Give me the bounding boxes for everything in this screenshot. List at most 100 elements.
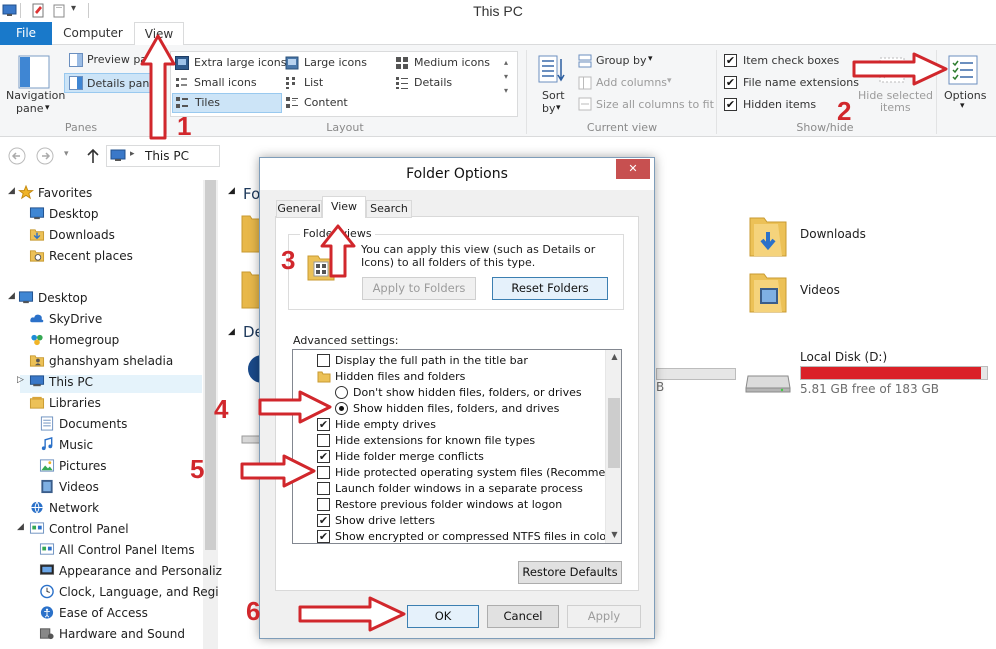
sidebar-item-desktop[interactable]: Desktop bbox=[49, 207, 99, 221]
sidebar-item-network[interactable]: Network bbox=[49, 501, 99, 515]
settings-scrollbar[interactable]: ▲ ▼ bbox=[605, 350, 621, 543]
sidebar-item-control-panel[interactable]: Control Panel bbox=[49, 522, 129, 536]
downloads-folder-icon[interactable] bbox=[748, 210, 788, 258]
sidebar-item-music[interactable]: Music bbox=[59, 438, 93, 452]
sidebar-item-hardware-sound[interactable]: Hardware and Sound bbox=[59, 627, 185, 641]
layout-medium-icons[interactable]: Medium icons bbox=[394, 55, 512, 71]
options-icon[interactable] bbox=[948, 55, 978, 85]
sidebar-expand-desktop-icon[interactable]: ◢ bbox=[8, 291, 15, 301]
sidebar-item-clock-language[interactable]: Clock, Language, and Regi bbox=[59, 585, 219, 599]
hardware-icon bbox=[39, 628, 54, 640]
recent-locations-icon[interactable]: ▾ bbox=[64, 149, 69, 159]
settings-row[interactable]: Don't show hidden files, folders, or dri… bbox=[293, 385, 605, 401]
navigation-pane-icon[interactable] bbox=[18, 55, 50, 89]
settings-row[interactable]: Restore previous folder windows at logon bbox=[293, 497, 605, 513]
setting-radio[interactable] bbox=[335, 386, 348, 399]
sidebar-item-desktop-root[interactable]: Desktop bbox=[38, 291, 88, 305]
sidebar-item-all-control-panel-items[interactable]: All Control Panel Items bbox=[59, 543, 195, 557]
cancel-button[interactable]: Cancel bbox=[487, 605, 559, 628]
sidebar-scrollbar-thumb[interactable] bbox=[205, 180, 216, 550]
navigation-pane-button[interactable]: Navigation bbox=[6, 89, 65, 102]
sidebar-item-downloads[interactable]: Downloads bbox=[49, 228, 115, 242]
ok-button[interactable]: OK bbox=[407, 605, 479, 628]
videos-folder-icon[interactable] bbox=[748, 266, 788, 314]
setting-checkbox[interactable] bbox=[317, 434, 330, 447]
dialog-close-button[interactable]: ✕ bbox=[616, 159, 650, 179]
settings-row[interactable]: Launch folder windows in a separate proc… bbox=[293, 481, 605, 497]
section-collapse-icon[interactable]: ◢ bbox=[228, 186, 235, 196]
setting-checkbox[interactable] bbox=[317, 466, 330, 479]
layout-extra-large-icons[interactable]: Extra large icons bbox=[174, 55, 286, 71]
setting-radio[interactable] bbox=[335, 402, 348, 415]
setting-checkbox[interactable] bbox=[317, 354, 330, 367]
dialog-tab-general[interactable]: General bbox=[276, 200, 322, 218]
sidebar-expand-favorites-icon[interactable]: ◢ bbox=[8, 186, 15, 196]
tab-computer[interactable]: Computer bbox=[58, 22, 128, 46]
dialog-tab-view[interactable]: View bbox=[322, 196, 366, 218]
back-icon[interactable] bbox=[8, 147, 26, 165]
settings-row[interactable]: ✔ Hide folder merge conflicts bbox=[293, 449, 605, 465]
sidebar-item-user[interactable]: ghanshyam sheladia bbox=[49, 354, 173, 368]
section-collapse-icon-2[interactable]: ◢ bbox=[228, 327, 235, 337]
tab-file[interactable]: File bbox=[0, 22, 52, 45]
sidebar-item-pictures[interactable]: Pictures bbox=[59, 459, 107, 473]
sidebar-expand-control-panel-icon[interactable]: ◢ bbox=[17, 522, 24, 532]
hidden-items-checkbox[interactable]: ✔ bbox=[724, 98, 737, 111]
sidebar-item-skydrive[interactable]: SkyDrive bbox=[49, 312, 102, 326]
layout-list[interactable]: List bbox=[284, 75, 388, 91]
sort-by-button[interactable]: Sort bbox=[542, 89, 565, 102]
videos-folder-label: Videos bbox=[800, 283, 840, 297]
scroll-up-icon[interactable]: ▲ bbox=[606, 352, 621, 361]
sidebar-item-videos[interactable]: Videos bbox=[59, 480, 99, 494]
gallery-scroll-icon[interactable]: ▴ ▾ ▾ bbox=[504, 56, 508, 98]
sidebar-item-ease-of-access[interactable]: Ease of Access bbox=[59, 606, 148, 620]
layout-content[interactable]: Content bbox=[284, 95, 388, 111]
local-disk-free-space: 5.81 GB free of 183 GB bbox=[800, 382, 939, 396]
setting-checkbox[interactable] bbox=[317, 498, 330, 511]
layout-small-icons[interactable]: Small icons bbox=[174, 75, 282, 91]
setting-checkbox[interactable]: ✔ bbox=[317, 514, 330, 527]
group-by-button[interactable]: Group by bbox=[596, 54, 646, 67]
address-bar[interactable]: ▸ This PC bbox=[106, 145, 220, 167]
sidebar-item-libraries[interactable]: Libraries bbox=[49, 396, 101, 410]
settings-row[interactable]: Display the full path in the title bar bbox=[293, 353, 605, 369]
add-columns-button[interactable]: Add columns bbox=[596, 76, 667, 89]
apply-button[interactable]: Apply bbox=[567, 605, 641, 628]
settings-row[interactable]: ✔ Show encrypted or compressed NTFS files… bbox=[293, 529, 611, 543]
settings-row[interactable]: Hide protected operating system files (R… bbox=[293, 465, 621, 481]
apply-to-folders-button[interactable]: Apply to Folders bbox=[362, 277, 476, 300]
sidebar-item-homegroup[interactable]: Homegroup bbox=[49, 333, 119, 347]
options-button[interactable]: Options bbox=[944, 89, 986, 102]
setting-checkbox[interactable] bbox=[317, 482, 330, 495]
restore-defaults-button[interactable]: Restore Defaults bbox=[518, 561, 622, 584]
advanced-settings-list[interactable]: Display the full path in the title bar Hi… bbox=[292, 349, 622, 544]
local-disk-icon[interactable] bbox=[744, 366, 792, 394]
layout-tiles[interactable]: Tiles bbox=[172, 93, 282, 113]
settings-scrollbar-thumb[interactable] bbox=[608, 398, 620, 468]
sidebar-item-documents[interactable]: Documents bbox=[59, 417, 127, 431]
up-icon[interactable] bbox=[86, 148, 100, 164]
sidebar-expand-this-pc-icon[interactable]: ▷ bbox=[17, 375, 24, 385]
sidebar-item-this-pc[interactable]: This PC bbox=[49, 375, 93, 389]
size-all-columns-button[interactable]: Size all columns to fit bbox=[596, 98, 714, 111]
sidebar-item-favorites[interactable]: Favorites bbox=[38, 186, 92, 200]
file-name-extensions-checkbox[interactable]: ✔ bbox=[724, 76, 737, 89]
settings-row[interactable]: Hidden files and folders bbox=[293, 369, 605, 385]
layout-large-icons[interactable]: Large icons bbox=[284, 55, 388, 71]
settings-row[interactable]: Show hidden files, folders, and drives bbox=[293, 401, 605, 417]
settings-items: Display the full path in the title bar Hi… bbox=[293, 350, 621, 543]
sidebar-item-recent-places[interactable]: Recent places bbox=[49, 249, 133, 263]
forward-icon[interactable] bbox=[36, 147, 54, 165]
settings-row[interactable]: ✔ Show drive letters bbox=[293, 513, 605, 529]
scroll-down-icon[interactable]: ▼ bbox=[606, 530, 621, 539]
setting-checkbox[interactable]: ✔ bbox=[317, 450, 330, 463]
reset-folders-button[interactable]: Reset Folders bbox=[492, 277, 608, 300]
layout-details[interactable]: Details bbox=[394, 75, 512, 91]
dialog-tab-search[interactable]: Search bbox=[366, 200, 412, 218]
sidebar-item-appearance[interactable]: Appearance and Personaliz bbox=[59, 564, 222, 578]
item-check-boxes-checkbox[interactable]: ✔ bbox=[724, 54, 737, 67]
sort-by-icon[interactable] bbox=[538, 55, 566, 85]
settings-row[interactable]: Hide extensions for known file types bbox=[293, 433, 605, 449]
setting-checkbox[interactable]: ✔ bbox=[317, 530, 330, 543]
settings-row[interactable]: ✔ Hide empty drives bbox=[293, 417, 605, 433]
